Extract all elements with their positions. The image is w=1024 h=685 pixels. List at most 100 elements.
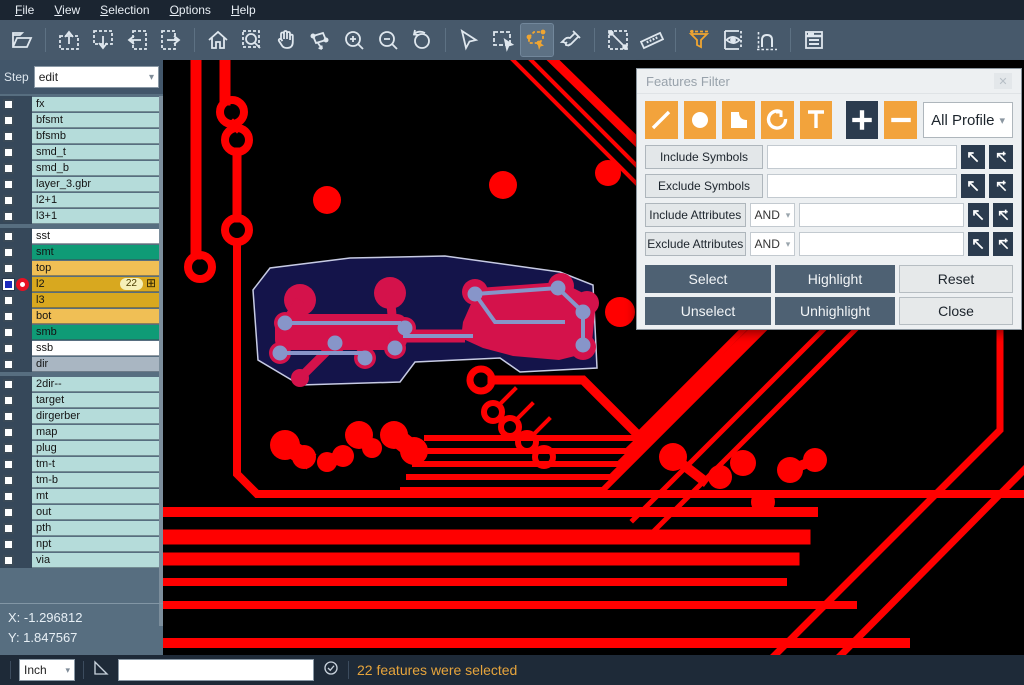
step-select[interactable]: edit ▾ xyxy=(34,66,159,88)
unhighlight-button[interactable]: Unhighlight xyxy=(775,297,895,325)
layer-name-cell[interactable]: fx xyxy=(32,97,159,112)
layer-name-cell[interactable]: target xyxy=(32,393,159,408)
layer-visibility-checkbox[interactable] xyxy=(3,231,14,242)
include-attributes-button[interactable]: Include Attributes xyxy=(645,203,746,227)
layer-visibility-checkbox[interactable] xyxy=(3,131,14,142)
close-icon[interactable]: ✕ xyxy=(994,73,1012,89)
select-button[interactable]: Select xyxy=(645,265,771,293)
menu-item-options[interactable]: Options xyxy=(161,1,220,19)
layer-visibility-checkbox[interactable] xyxy=(3,195,14,206)
ruler-icon[interactable] xyxy=(636,24,668,56)
layer-name-cell[interactable]: bot xyxy=(32,309,159,324)
layer-visibility-checkbox[interactable] xyxy=(3,427,14,438)
pick-symbol-icon[interactable] xyxy=(961,174,985,198)
add-filter-button[interactable] xyxy=(846,101,879,139)
layer-name-cell[interactable]: 2dir-- xyxy=(32,377,159,392)
layer-name-cell[interactable]: smb xyxy=(32,325,159,340)
pick-attribute-add-icon[interactable] xyxy=(993,232,1013,256)
layer-name-cell[interactable]: dirgerber xyxy=(32,409,159,424)
layer-visibility-checkbox[interactable] xyxy=(3,395,14,406)
filter-arcs-button[interactable] xyxy=(761,101,794,139)
layer-visibility-checkbox[interactable] xyxy=(3,475,14,486)
dialog-titlebar[interactable]: Features Filter ✕ xyxy=(637,69,1021,94)
units-select[interactable]: Inch ▾ xyxy=(19,659,75,681)
layer-name-cell[interactable]: dir xyxy=(32,357,159,372)
zoom-in-icon[interactable] xyxy=(338,24,370,56)
exclude-attributes-button[interactable]: Exclude Attributes xyxy=(645,232,746,256)
layer-visibility-checkbox[interactable] xyxy=(3,327,14,338)
layer-list-scrollbar[interactable] xyxy=(159,96,163,626)
layer-visibility-checkbox[interactable] xyxy=(3,279,14,290)
layer-name-cell[interactable]: l3+1 xyxy=(32,209,159,224)
exclude-attributes-input[interactable] xyxy=(799,232,964,256)
include-attributes-logic-select[interactable]: AND ▾ xyxy=(750,203,796,227)
unselect-button[interactable]: Unselect xyxy=(645,297,771,325)
home-view-icon[interactable] xyxy=(202,24,234,56)
reset-button[interactable]: Reset xyxy=(899,265,1013,293)
zoom-area-icon[interactable] xyxy=(236,24,268,56)
menu-item-view[interactable]: View xyxy=(45,1,89,19)
layer-visibility-checkbox[interactable] xyxy=(3,379,14,390)
net-jump-icon[interactable] xyxy=(751,24,783,56)
layer-name-cell[interactable]: smt xyxy=(32,245,159,260)
menu-item-selection[interactable]: Selection xyxy=(91,1,158,19)
highlight-button[interactable]: Highlight xyxy=(775,265,895,293)
pick-symbol-icon[interactable] xyxy=(961,145,985,169)
pick-attribute-icon[interactable] xyxy=(968,232,988,256)
layer-name-cell[interactable]: sst xyxy=(32,229,159,244)
features-filter-icon[interactable] xyxy=(683,24,715,56)
layer-name-cell[interactable]: l2+1 xyxy=(32,193,159,208)
filter-lines-button[interactable] xyxy=(645,101,678,139)
layer-visibility-checkbox[interactable] xyxy=(3,343,14,354)
layer-name-cell[interactable]: plug xyxy=(32,441,159,456)
layer-visibility-checkbox[interactable] xyxy=(3,147,14,158)
menu-item-help[interactable]: Help xyxy=(222,1,265,19)
open-file-icon[interactable] xyxy=(6,24,38,56)
layer-visibility-checkbox[interactable] xyxy=(3,507,14,518)
layer-name-cell[interactable]: npt xyxy=(32,537,159,552)
layer-name-cell[interactable]: tm-b xyxy=(32,473,159,488)
filter-text-button[interactable] xyxy=(800,101,833,139)
pan-hand-icon[interactable] xyxy=(270,24,302,56)
clean-brush-icon[interactable] xyxy=(555,24,587,56)
layer-visibility-checkbox[interactable] xyxy=(3,163,14,174)
pick-symbol-add-icon[interactable] xyxy=(989,174,1013,198)
layer-visibility-checkbox[interactable] xyxy=(3,295,14,306)
select-arrow-icon[interactable] xyxy=(453,24,485,56)
layer-visibility-checkbox[interactable] xyxy=(3,99,14,110)
exclude-symbols-button[interactable]: Exclude Symbols xyxy=(645,174,763,198)
layer-visibility-checkbox[interactable] xyxy=(3,263,14,274)
layer-name-cell[interactable]: l3 xyxy=(32,293,159,308)
rect-select-icon[interactable] xyxy=(487,24,519,56)
command-input[interactable] xyxy=(118,659,314,681)
layer-visibility-checkbox[interactable] xyxy=(3,247,14,258)
snap-angle-icon[interactable] xyxy=(92,659,110,682)
close-button[interactable]: Close xyxy=(899,297,1013,325)
layer-grid-icon[interactable]: ⊞ xyxy=(146,278,156,289)
layer-name-cell[interactable]: ssb xyxy=(32,341,159,356)
exclude-attributes-logic-select[interactable]: AND ▾ xyxy=(750,232,796,256)
layer-visibility-checkbox[interactable] xyxy=(3,179,14,190)
filter-surfaces-button[interactable] xyxy=(722,101,755,139)
layer-visibility-checkbox[interactable] xyxy=(3,523,14,534)
remove-filter-button[interactable] xyxy=(884,101,917,139)
pan-down-icon[interactable] xyxy=(87,24,119,56)
layer-name-cell[interactable]: bfsmt xyxy=(32,113,159,128)
layer-visibility-checkbox[interactable] xyxy=(3,115,14,126)
zoom-previous-icon[interactable] xyxy=(406,24,438,56)
zoom-out-icon[interactable] xyxy=(372,24,404,56)
include-symbols-input[interactable] xyxy=(767,145,957,169)
filter-pads-button[interactable] xyxy=(684,101,717,139)
layer-name-cell[interactable]: pth xyxy=(32,521,159,536)
layer-name-cell[interactable]: smd_b xyxy=(32,161,159,176)
report-list-icon[interactable] xyxy=(798,24,830,56)
layer-name-cell[interactable]: tm-t xyxy=(32,457,159,472)
include-attributes-input[interactable] xyxy=(799,203,964,227)
layer-visibility-checkbox[interactable] xyxy=(3,491,14,502)
pick-attribute-icon[interactable] xyxy=(968,203,988,227)
layer-visibility-checkbox[interactable] xyxy=(3,311,14,322)
layer-name-cell[interactable]: mt xyxy=(32,489,159,504)
include-symbols-button[interactable]: Include Symbols xyxy=(645,145,763,169)
layer-visibility-checkbox[interactable] xyxy=(3,555,14,566)
layer-name-cell[interactable]: layer_3.gbr xyxy=(32,177,159,192)
